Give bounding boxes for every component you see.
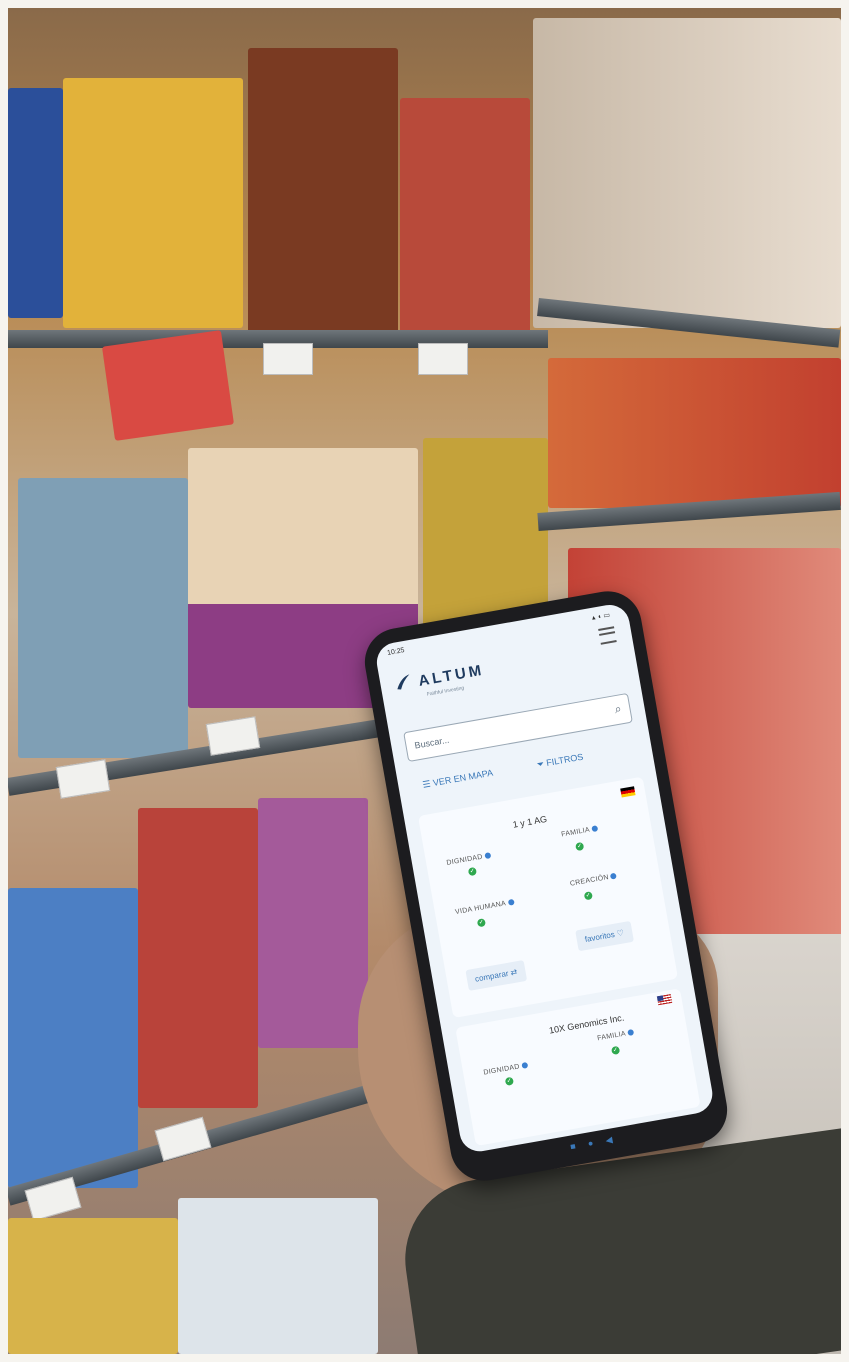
altum-logo-icon: [397, 674, 410, 690]
hamburger-icon[interactable]: [598, 626, 617, 645]
check-circle-icon: ✓: [583, 891, 593, 901]
cereal-box-red: [400, 98, 530, 348]
cereal-box-yellow: [423, 438, 548, 628]
price-tag: [55, 759, 111, 799]
map-label: VER EN MAPA: [432, 767, 494, 788]
criterion-familia: FAMILIA: [597, 1029, 635, 1042]
criterion-vida-humana: VIDA HUMANA: [455, 899, 515, 916]
info-icon: [507, 899, 515, 906]
check-circle-icon: ✓: [575, 841, 585, 852]
check-circle-icon: ✓: [504, 1076, 514, 1086]
info-icon: [627, 1029, 635, 1037]
info-icon: [484, 852, 491, 860]
favorites-button[interactable]: favoritos ♡: [575, 920, 634, 952]
check-circle-icon: ✓: [467, 866, 478, 877]
box-white-bottom: [178, 1198, 378, 1354]
criterion-dignidad: DIGNIDAD: [446, 852, 491, 867]
info-icon: [610, 872, 618, 880]
price-tag: [154, 1116, 212, 1162]
search-placeholder: Buscar...: [413, 734, 450, 751]
info-icon: [521, 1062, 528, 1070]
compare-button[interactable]: comparar ⇄: [465, 960, 527, 991]
cereal-box-blue: [8, 88, 63, 318]
home-icon[interactable]: ●: [587, 1138, 594, 1149]
back-icon[interactable]: ◀: [605, 1134, 614, 1145]
company-card[interactable]: 1 y 1 AG DIGNIDAD ✓ FAMILIA ✓ VIDA HUMAN…: [417, 776, 679, 1019]
germany-flag-icon: [620, 786, 636, 798]
supermarket-photo: 10:25 ▴ ◖ ▭ ALTUM Faithful Investing Bus…: [8, 8, 841, 1354]
criterion-creacion: CREACIÓN: [569, 872, 618, 888]
heart-icon: ♡: [616, 928, 625, 939]
map-button[interactable]: ☰ VER EN MAPA: [422, 768, 494, 791]
price-tag: [263, 343, 313, 375]
company-card[interactable]: 10X Genomics Inc. DIGNIDAD ✓ FAMILIA ✓: [455, 988, 701, 1147]
criterion-dignidad: DIGNIDAD: [483, 1062, 528, 1077]
snack-bag-yellow: [63, 78, 243, 328]
products-orange: [548, 358, 841, 508]
search-icon[interactable]: ⌕: [613, 701, 622, 717]
cookie-box-red: [138, 808, 258, 1108]
check-circle-icon: ✓: [476, 918, 487, 928]
cereal-box-chocolate: [248, 48, 398, 338]
price-tag: [418, 343, 468, 375]
recents-icon[interactable]: ■: [569, 1141, 576, 1152]
info-icon: [591, 825, 599, 833]
shelf-products-far: [533, 18, 841, 328]
usa-flag-icon: [656, 993, 673, 1006]
status-icons: ▴ ◖ ▭: [591, 611, 611, 622]
app-logo: ALTUM: [417, 661, 486, 690]
biscuit-box-blue: [8, 888, 138, 1188]
status-time: 10:25: [386, 647, 406, 657]
criterion-familia: FAMILIA: [561, 825, 599, 839]
company-name: 1 y 1 AG: [512, 813, 548, 830]
price-sign-red: [101, 330, 235, 441]
cookie-box-bottom: [8, 1218, 178, 1354]
filters-button[interactable]: ⏷ FILTROS: [536, 752, 584, 771]
cookie-box-pink: [258, 798, 368, 1048]
search-input[interactable]: Buscar... ⌕: [403, 692, 633, 763]
cereal-display: [18, 478, 188, 758]
check-circle-icon: ✓: [610, 1045, 621, 1056]
compare-icon: ⇄: [509, 967, 518, 978]
filters-label: FILTROS: [545, 751, 585, 768]
